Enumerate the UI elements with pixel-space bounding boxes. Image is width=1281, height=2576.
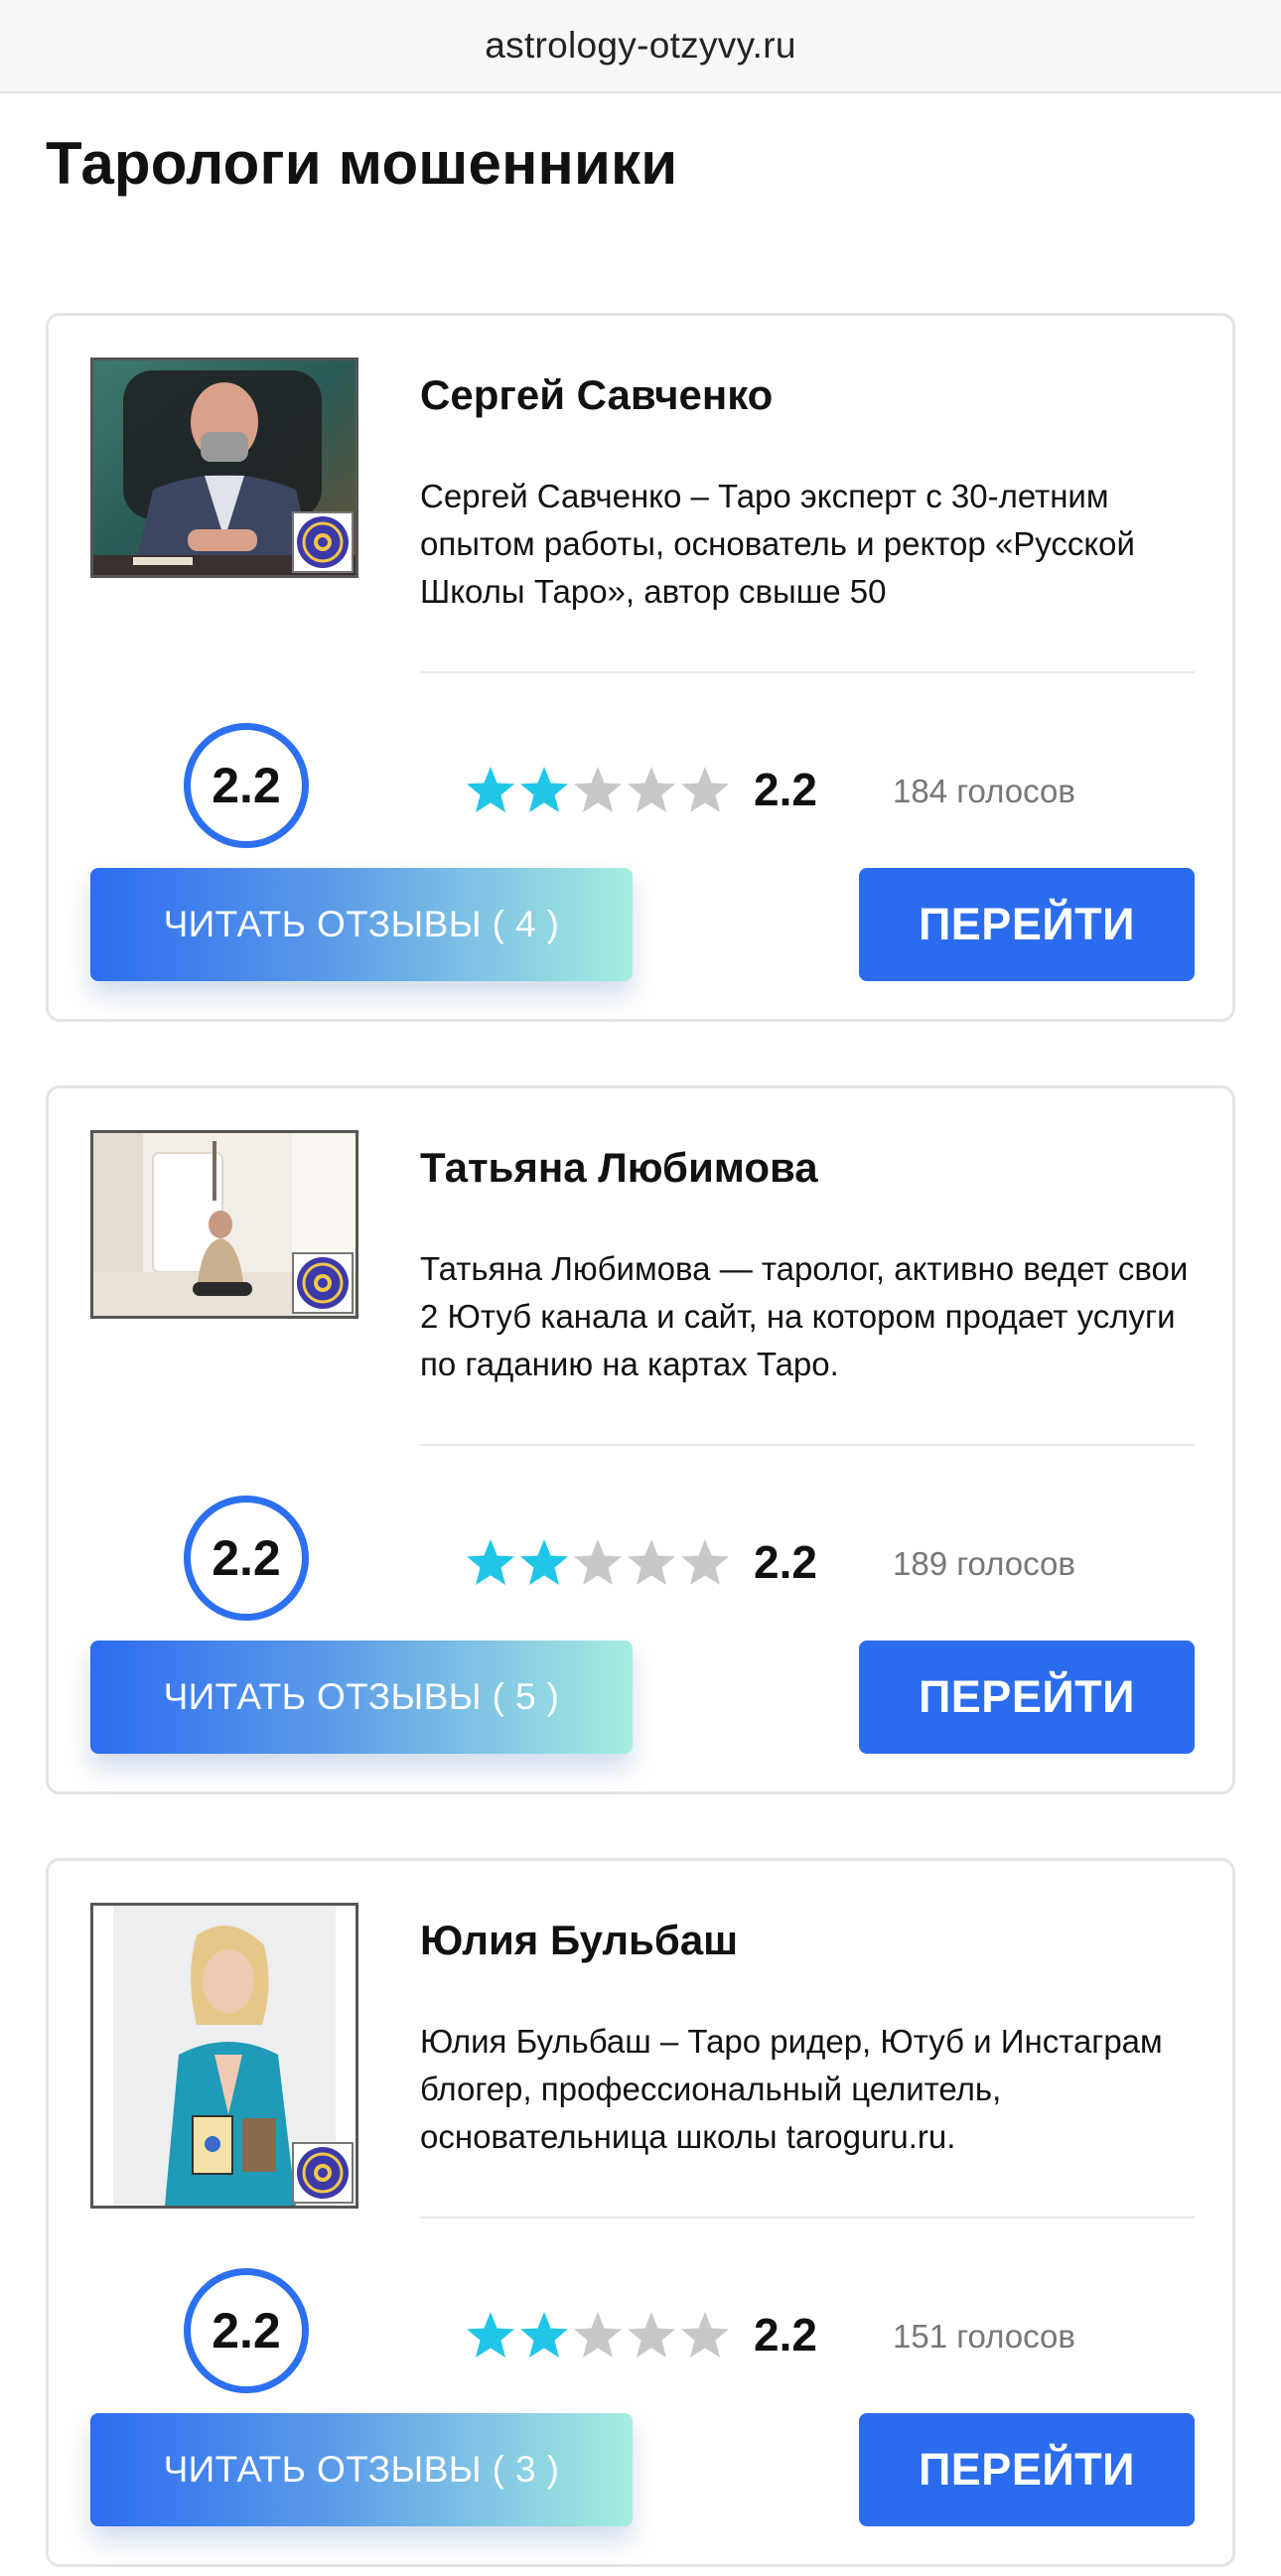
- go-button[interactable]: ПЕРЕЙТИ: [859, 868, 1195, 981]
- star-rating[interactable]: [464, 761, 732, 820]
- score-badge: 2.2: [184, 723, 309, 848]
- zodiac-badge-icon: [292, 2142, 354, 2204]
- star-empty-icon[interactable]: [678, 764, 732, 817]
- star-empty-icon[interactable]: [571, 1536, 625, 1590]
- tarologist-card: Юлия Бульбаш Юлия Бульбаш – Таро ридер, …: [46, 1858, 1235, 2567]
- star-filled-icon[interactable]: [464, 1536, 517, 1590]
- star-filled-icon[interactable]: [464, 2309, 517, 2362]
- read-reviews-button[interactable]: ЧИТАТЬ ОТЗЫВЫ ( 4 ): [90, 868, 633, 981]
- rating-value: 2.2: [754, 2309, 817, 2361]
- url-text: astrology-otzyvy.ru: [485, 25, 796, 66]
- read-reviews-button[interactable]: ЧИТАТЬ ОТЗЫВЫ ( 5 ): [90, 1641, 633, 1754]
- go-button[interactable]: ПЕРЕЙТИ: [859, 1641, 1195, 1754]
- browser-url-bar[interactable]: astrology-otzyvy.ru: [0, 0, 1281, 93]
- tarologist-card: Сергей Савченко Сергей Савченко – Таро э…: [46, 313, 1235, 1022]
- star-filled-icon[interactable]: [464, 764, 517, 817]
- page-title: Тарологи мошенники: [46, 130, 678, 197]
- tarologist-description: Юлия Бульбаш – Таро ридер, Ютуб и Инстаг…: [420, 2023, 1163, 2155]
- tarologist-name[interactable]: Татьяна Любимова: [420, 1144, 818, 1192]
- star-empty-icon[interactable]: [625, 764, 678, 817]
- zodiac-badge-icon: [292, 1252, 354, 1314]
- star-rating[interactable]: [464, 2306, 732, 2365]
- star-rating[interactable]: [464, 1533, 732, 1593]
- tarologist-name[interactable]: Юлия Бульбаш: [420, 1917, 738, 1964]
- score-badge: 2.2: [184, 2268, 309, 2393]
- tarologist-photo[interactable]: [90, 358, 358, 578]
- votes-count: 189 голосов: [893, 1545, 1075, 1582]
- star-filled-icon[interactable]: [517, 2309, 571, 2362]
- star-filled-icon[interactable]: [517, 764, 571, 817]
- tarologist-photo[interactable]: [90, 1903, 358, 2209]
- read-reviews-button[interactable]: ЧИТАТЬ ОТЗЫВЫ ( 3 ): [90, 2413, 633, 2526]
- star-empty-icon[interactable]: [571, 764, 625, 817]
- tarologist-name[interactable]: Сергей Савченко: [420, 371, 773, 419]
- tarologist-photo[interactable]: [90, 1130, 358, 1319]
- go-button[interactable]: ПЕРЕЙТИ: [859, 2413, 1195, 2526]
- star-empty-icon[interactable]: [678, 2309, 732, 2362]
- tarologist-description: Сергей Савченко – Таро эксперт с 30-летн…: [420, 478, 1135, 610]
- star-empty-icon[interactable]: [678, 1536, 732, 1590]
- star-empty-icon[interactable]: [625, 1536, 678, 1590]
- rating-value: 2.2: [754, 1536, 817, 1588]
- votes-count: 184 голосов: [893, 773, 1075, 809]
- score-badge: 2.2: [184, 1496, 309, 1621]
- rating-value: 2.2: [754, 764, 817, 815]
- tarologist-card: Татьяна Любимова Татьяна Любимова — таро…: [46, 1085, 1235, 1794]
- tarologist-description: Татьяна Любимова — таролог, активно веде…: [420, 1250, 1189, 1382]
- divider: [420, 1444, 1195, 1446]
- zodiac-badge-icon: [292, 511, 354, 573]
- divider: [420, 2217, 1195, 2218]
- divider: [420, 671, 1195, 673]
- star-filled-icon[interactable]: [517, 1536, 571, 1590]
- star-empty-icon[interactable]: [571, 2309, 625, 2362]
- votes-count: 151 голосов: [893, 2318, 1075, 2355]
- star-empty-icon[interactable]: [625, 2309, 678, 2362]
